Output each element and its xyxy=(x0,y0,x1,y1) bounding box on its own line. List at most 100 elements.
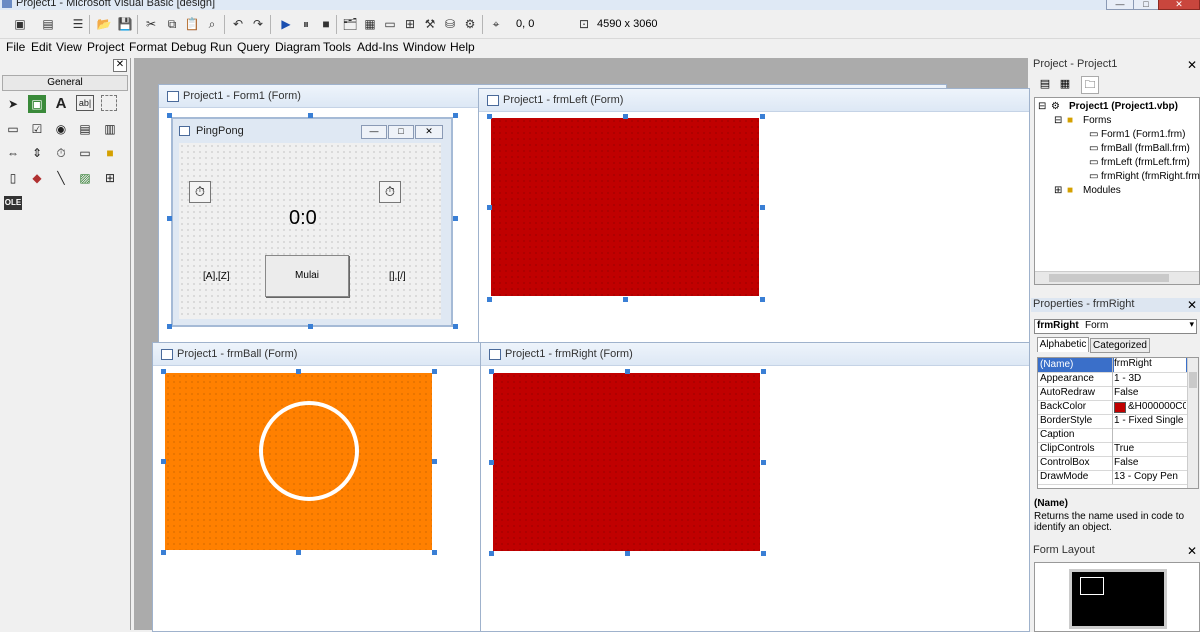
menu-edit[interactable]: Edit xyxy=(31,40,52,54)
find-icon[interactable]: ⌕ xyxy=(204,16,220,32)
ole-tool-icon[interactable]: OLE xyxy=(4,196,22,210)
picturebox-tool-icon[interactable]: ▣ xyxy=(28,95,46,113)
line-tool-icon[interactable]: ╲ xyxy=(52,169,70,187)
tab-categorized[interactable]: Categorized xyxy=(1090,338,1150,353)
paste-icon[interactable]: 📋 xyxy=(184,16,200,32)
commandbutton-tool-icon[interactable]: ▭ xyxy=(4,120,22,138)
property-row[interactable]: BackColor &H000000C0 xyxy=(1038,400,1188,415)
tree-item-form1[interactable]: Form1 (Form1.frm) xyxy=(1101,129,1185,140)
property-row[interactable]: DrawMode 13 - Copy Pen xyxy=(1038,470,1188,485)
project-explorer-close-icon[interactable]: ✕ xyxy=(1187,59,1197,71)
break-icon[interactable]: ⏸ xyxy=(298,16,314,32)
menu-run[interactable]: Run xyxy=(210,40,232,54)
form-position-preview[interactable] xyxy=(1080,577,1104,595)
tree-expand-icon[interactable]: ⊞ xyxy=(1054,185,1062,196)
component-manager-icon[interactable]: ⚙ xyxy=(462,16,478,32)
label-tool-icon[interactable]: A xyxy=(52,95,70,113)
start-icon[interactable]: ▶ xyxy=(278,16,294,32)
data-tool-icon[interactable]: ⊞ xyxy=(101,169,119,187)
menu-format[interactable]: Format xyxy=(129,40,167,54)
add-project-icon[interactable]: ▣ xyxy=(12,16,28,32)
toolbox-close-icon[interactable]: ✕ xyxy=(113,59,127,72)
properties-window-icon[interactable]: ▦ xyxy=(362,16,378,32)
menu-file[interactable]: File xyxy=(6,40,25,54)
checkbox-tool-icon[interactable]: ☑ xyxy=(28,120,46,138)
redo-icon[interactable]: ↷ xyxy=(250,16,266,32)
add-form-icon[interactable]: ▤ xyxy=(40,16,56,32)
filelistbox-tool-icon[interactable]: ▯ xyxy=(4,169,22,187)
listbox-tool-icon[interactable]: ▥ xyxy=(101,120,119,138)
pingpong-form[interactable]: PingPong — □ ✕ ⏱ ⏱ 0:0 [A],[Z] Mulai [],… xyxy=(171,117,453,327)
minimize-button[interactable]: — xyxy=(1106,0,1134,10)
close-button[interactable]: ✕ xyxy=(1158,0,1200,10)
tree-forms-folder[interactable]: Forms xyxy=(1083,115,1111,126)
left-keys-label[interactable]: [A],[Z] xyxy=(203,271,230,282)
copy-icon[interactable]: ⧉ xyxy=(164,16,180,32)
menu-debug[interactable]: Debug xyxy=(171,40,206,54)
menu-project[interactable]: Project xyxy=(87,40,124,54)
object-browser-icon[interactable]: ⊞ xyxy=(402,16,418,32)
object-selector[interactable]: frmRight Form ▾ xyxy=(1034,319,1197,334)
timer-tool-icon[interactable]: ⏱ xyxy=(52,144,70,162)
toolbox-general-tab[interactable]: General xyxy=(2,75,128,91)
form-layout-close-icon[interactable]: ✕ xyxy=(1187,545,1197,557)
view-object-icon[interactable]: ▦ xyxy=(1057,76,1073,92)
save-project-icon[interactable]: 💾 xyxy=(117,16,133,32)
timer-left-icon[interactable]: ⏱ xyxy=(189,181,211,203)
menu-view[interactable]: View xyxy=(56,40,82,54)
combobox-tool-icon[interactable]: ▤ xyxy=(76,120,94,138)
tree-expand-icon[interactable]: ⊟ xyxy=(1054,115,1062,126)
toolbox-icon[interactable]: ⚒ xyxy=(422,16,438,32)
drivelistbox-tool-icon[interactable]: ▭ xyxy=(76,144,94,162)
property-row[interactable]: Appearance 1 - 3D xyxy=(1038,372,1188,387)
menu-add-ins[interactable]: Add-Ins xyxy=(357,40,398,54)
properties-close-icon[interactable]: ✕ xyxy=(1187,299,1197,311)
tree-modules-folder[interactable]: Modules xyxy=(1083,185,1121,196)
menu-tools[interactable]: Tools xyxy=(323,40,351,54)
menu-editor-icon[interactable]: ☰ xyxy=(70,16,86,32)
ball-shape[interactable] xyxy=(259,401,359,501)
property-row[interactable]: BorderStyle 1 - Fixed Single xyxy=(1038,414,1188,429)
project-explorer-icon[interactable]: 🗂 xyxy=(342,16,358,32)
view-code-icon[interactable]: ▤ xyxy=(1037,76,1053,92)
timer-right-icon[interactable]: ⏱ xyxy=(379,181,401,203)
shape-tool-icon[interactable]: ◆ xyxy=(28,169,46,187)
hscrollbar-tool-icon[interactable]: ⇔ xyxy=(4,144,22,162)
tab-alphabetic[interactable]: Alphabetic xyxy=(1037,337,1089,352)
tree-project-root[interactable]: Project1 (Project1.vbp) xyxy=(1069,101,1178,112)
frmleft-form-surface[interactable] xyxy=(491,118,759,296)
property-row[interactable]: (Name) frmRight xyxy=(1038,358,1188,373)
menu-help[interactable]: Help xyxy=(450,40,475,54)
property-grid-scrollbar[interactable] xyxy=(1187,358,1198,488)
menu-window[interactable]: Window xyxy=(403,40,446,54)
form-layout-icon[interactable]: ▭ xyxy=(382,16,398,32)
tree-item-frmleft[interactable]: frmLeft (frmLeft.frm) xyxy=(1101,157,1190,168)
data-view-icon[interactable]: ⛁ xyxy=(442,16,458,32)
property-row[interactable]: ClipControls True xyxy=(1038,442,1188,457)
pointer-tool-icon[interactable]: ➤ xyxy=(4,95,22,113)
menu-query[interactable]: Query xyxy=(237,40,270,54)
score-label[interactable]: 0:0 xyxy=(289,207,317,230)
frame-tool-icon[interactable] xyxy=(101,95,117,111)
tree-expand-icon[interactable]: ⊟ xyxy=(1038,101,1046,112)
vscrollbar-tool-icon[interactable]: ⇕ xyxy=(28,144,46,162)
image-tool-icon[interactable]: ▨ xyxy=(76,169,94,187)
maximize-button[interactable]: □ xyxy=(1133,0,1159,10)
tree-hscrollbar[interactable] xyxy=(1035,271,1199,284)
undo-icon[interactable]: ↶ xyxy=(230,16,246,32)
property-row[interactable]: AutoRedraw False xyxy=(1038,386,1188,401)
open-project-icon[interactable]: 📂 xyxy=(96,16,112,32)
end-icon[interactable]: ■ xyxy=(318,16,334,32)
property-row[interactable]: ControlBox False xyxy=(1038,456,1188,471)
tree-item-frmright[interactable]: frmRight (frmRight.frm) xyxy=(1101,171,1200,182)
dirlistbox-tool-icon[interactable]: ■ xyxy=(101,144,119,162)
mulai-button[interactable]: Mulai xyxy=(265,255,349,297)
toggle-folders-icon[interactable]: 🗀 xyxy=(1081,76,1099,94)
property-row[interactable]: Caption xyxy=(1038,428,1188,443)
optionbutton-tool-icon[interactable]: ◉ xyxy=(52,120,70,138)
frmball-form-surface[interactable] xyxy=(165,373,432,550)
textbox-tool-icon[interactable]: ab| xyxy=(76,95,94,111)
cut-icon[interactable]: ✂ xyxy=(143,16,159,32)
frmright-form-surface[interactable] xyxy=(493,373,760,551)
tree-item-frmball[interactable]: frmBall (frmBall.frm) xyxy=(1101,143,1190,154)
